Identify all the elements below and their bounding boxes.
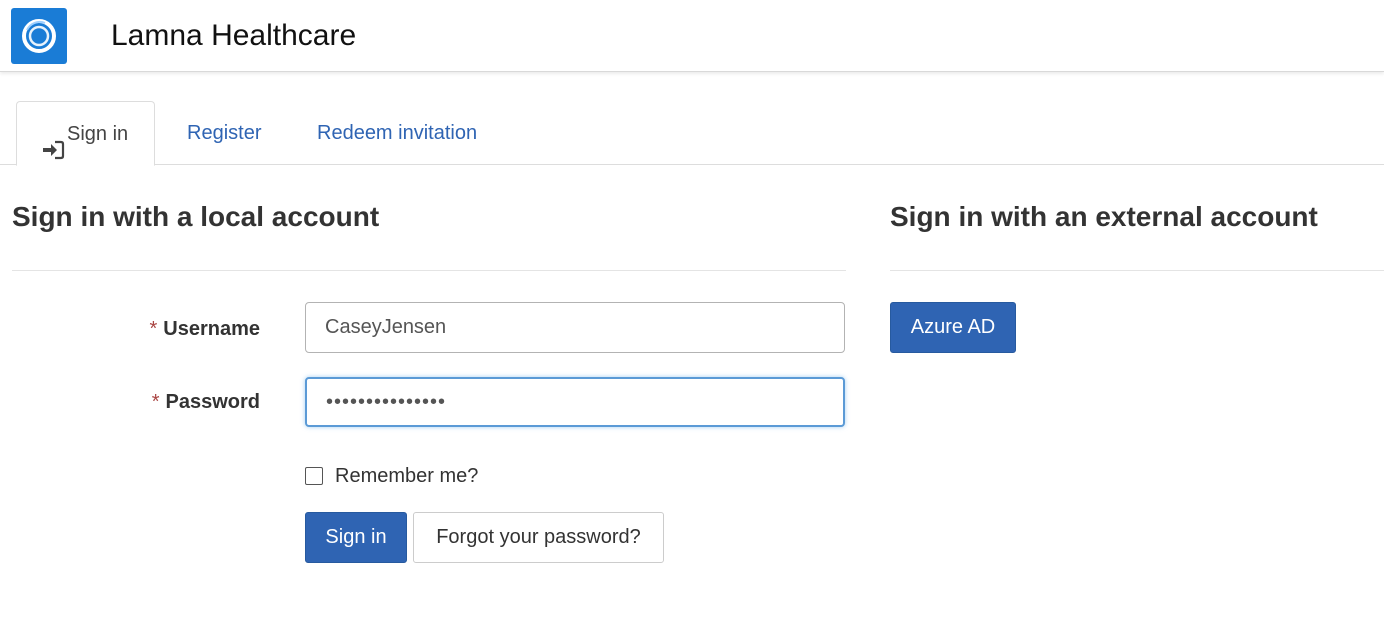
site-header: Lamna Healthcare <box>0 0 1384 72</box>
tab-sign-in-label: Sign in <box>67 122 129 145</box>
tab-register[interactable]: Register <box>187 101 261 165</box>
divider <box>890 270 1384 271</box>
password-field[interactable] <box>305 377 845 427</box>
required-marker: * <box>149 318 158 340</box>
sign-in-icon <box>41 123 65 159</box>
divider <box>12 270 846 271</box>
username-field[interactable] <box>305 302 845 353</box>
username-label-text: Username <box>163 318 260 340</box>
username-label: * Username <box>149 317 260 341</box>
auth-tabs: Sign in Register Redeem invitation <box>0 101 1384 166</box>
required-marker: * <box>151 391 160 413</box>
azure-ad-button[interactable]: Azure AD <box>890 302 1016 353</box>
remember-me-checkbox[interactable] <box>305 467 323 485</box>
forgot-password-button[interactable]: Forgot your password? <box>413 512 664 563</box>
sign-in-button[interactable]: Sign in <box>305 512 407 563</box>
tab-redeem-invitation[interactable]: Redeem invitation <box>317 101 477 165</box>
password-label: * Password <box>152 390 260 414</box>
tab-sign-in[interactable]: Sign in <box>16 101 155 166</box>
external-account-heading: Sign in with an external account <box>890 201 1318 232</box>
remember-me[interactable]: Remember me? <box>305 464 478 488</box>
brand-name[interactable]: Lamna Healthcare <box>111 18 356 54</box>
local-account-heading: Sign in with a local account <box>12 201 380 232</box>
remember-me-label[interactable]: Remember me? <box>335 465 478 488</box>
ring-logo-icon[interactable] <box>11 8 67 64</box>
password-label-text: Password <box>165 391 260 413</box>
